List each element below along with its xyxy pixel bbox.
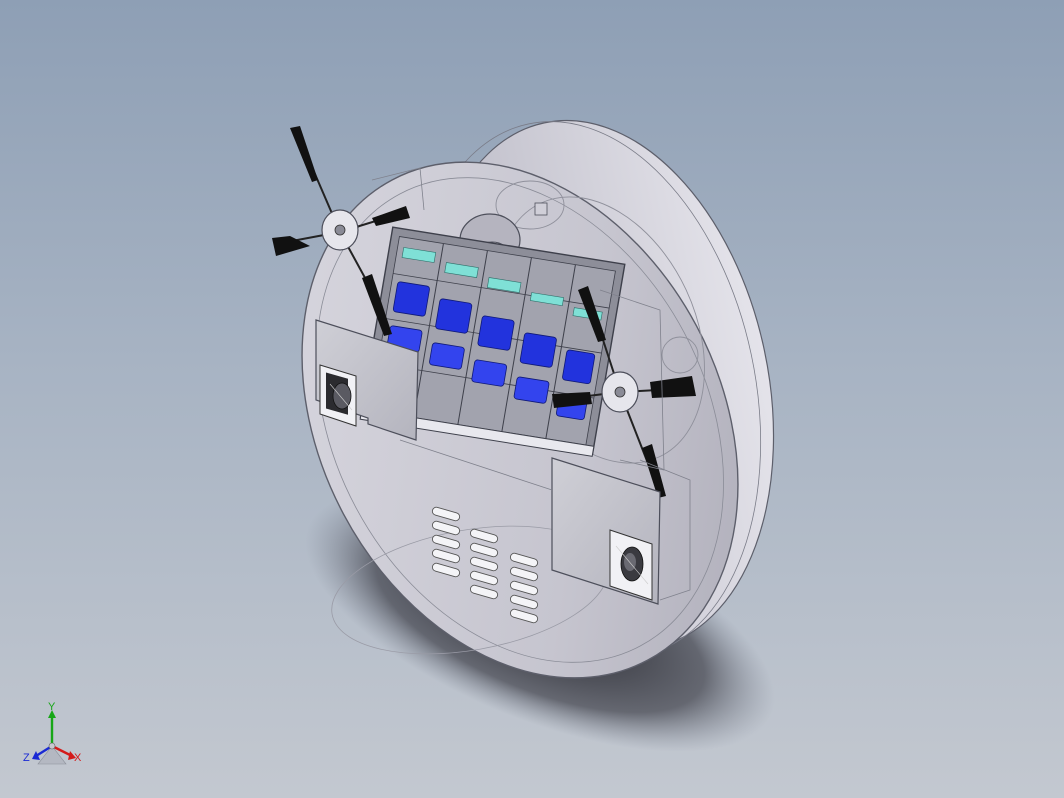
cad-3d-viewport[interactable]: Y X Z [0, 0, 1064, 798]
coordinate-triad: Y X Z [23, 701, 82, 765]
triad-z-label: Z [23, 752, 30, 764]
robot-vacuum-model[interactable] [0, 0, 1064, 798]
triad-y-label: Y [48, 701, 56, 713]
triad-x-label: X [74, 752, 82, 764]
